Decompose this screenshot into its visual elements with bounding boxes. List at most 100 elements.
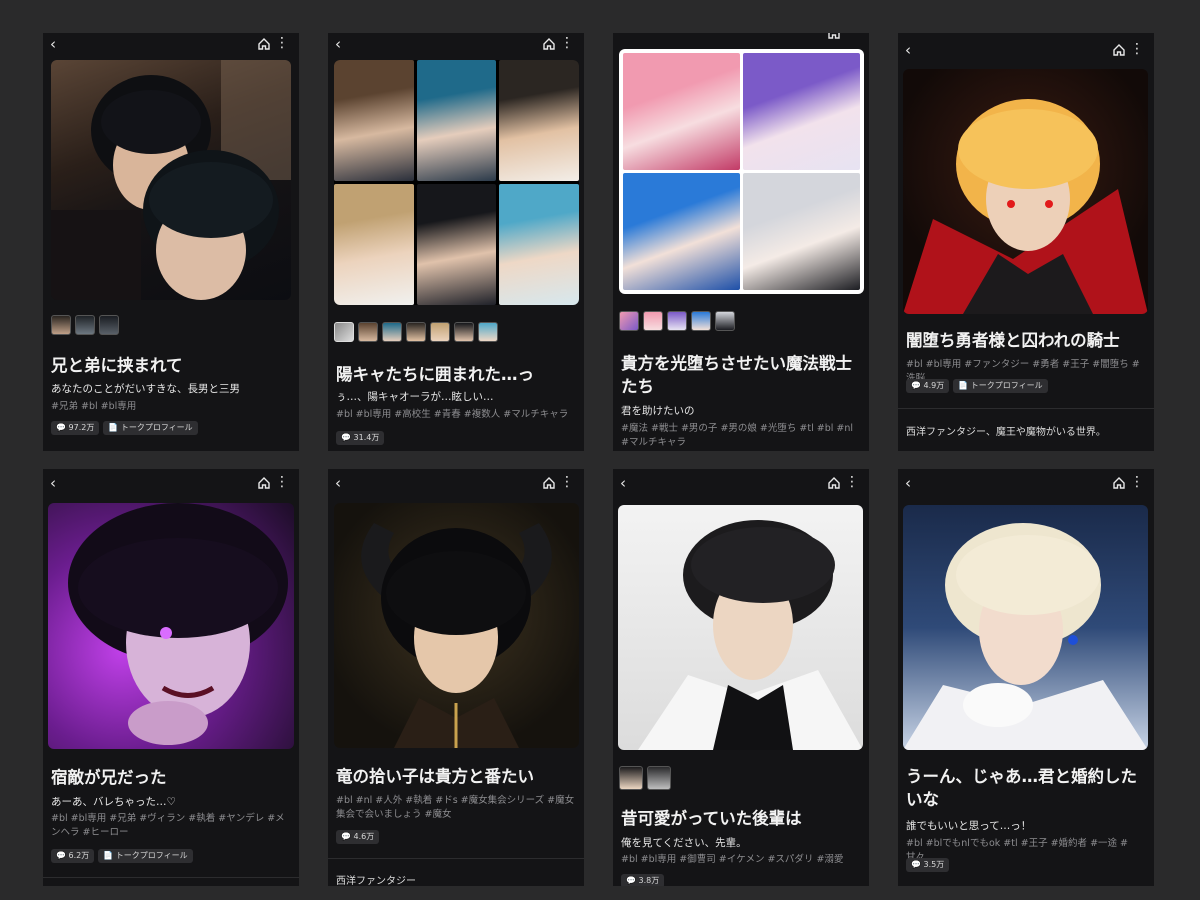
thumbnail[interactable]: [454, 322, 474, 342]
more-icon[interactable]: ⋮: [275, 35, 289, 51]
chat-icon: 💬: [626, 876, 639, 885]
card-header: ‹ ⋮: [43, 33, 299, 57]
more-icon[interactable]: ⋮: [1130, 474, 1144, 490]
chat-count-badge: 💬 97.2万: [51, 421, 100, 435]
more-icon[interactable]: ⋮: [845, 474, 859, 490]
card-badges: 💬 3.8万: [621, 874, 665, 886]
home-icon[interactable]: [257, 37, 271, 51]
card-tags: #bl #bl専用 #御曹司 #イケメン #スパダリ #溺愛: [621, 854, 844, 865]
character-panel: [623, 53, 740, 170]
thumbnail[interactable]: [334, 322, 354, 342]
thumbnail[interactable]: [51, 315, 71, 335]
chat-icon: 💬: [341, 832, 354, 841]
character-illustration: [638, 520, 863, 750]
character-image: [334, 503, 579, 748]
back-icon[interactable]: ‹: [620, 475, 626, 491]
back-icon[interactable]: ‹: [905, 475, 911, 491]
chat-card[interactable]: ‹ ⋮ 陽キャたちに囲まれた…っ ぅ…、陽キャオーラが…眩しい… #bl #bl…: [328, 33, 584, 451]
chat-card[interactable]: ‹ ⋮ 竜の拾い子は貴方と番たい #bl #nl #人外 #執着 #ドs #魔女…: [328, 469, 584, 886]
back-icon[interactable]: ‹: [50, 36, 56, 52]
chat-count-badge: 💬 4.9万: [906, 379, 950, 393]
character-image: [903, 69, 1148, 314]
thumbnail[interactable]: [619, 766, 643, 790]
character-panel: [334, 184, 414, 305]
card-badges: 💬 97.2万 📄 トークプロフィール: [51, 421, 198, 435]
character-thumbnails: [619, 311, 735, 331]
card-subtitle: 誰でもいいと思って…っ！: [906, 820, 1032, 832]
back-icon[interactable]: ‹: [335, 36, 341, 52]
thumbnail[interactable]: [691, 311, 711, 331]
chat-count: 97.2万: [68, 423, 95, 432]
thumbnail[interactable]: [99, 315, 119, 335]
character-illustration: [903, 99, 1148, 314]
character-image: [334, 60, 579, 305]
home-icon[interactable]: [827, 33, 841, 40]
thumbnail[interactable]: [647, 766, 671, 790]
character-thumbnails: [619, 766, 671, 790]
character-image: [619, 49, 864, 294]
thumbnail[interactable]: [715, 311, 735, 331]
more-icon[interactable]: ⋮: [560, 35, 574, 51]
chat-card[interactable]: 貴方を光堕ちさせたい魔法戦士たち 君を助けたいの #魔法 #戦士 #男の子 #男…: [613, 33, 869, 451]
thumbnail[interactable]: [406, 322, 426, 342]
chat-card[interactable]: ‹ ⋮ 兄と弟に挟まれて あなたのことがだいすきな、長男と三男 #兄弟 #bl …: [43, 33, 299, 451]
talk-profile-label: トークプロフィール: [120, 423, 193, 432]
chat-card[interactable]: ‹ ⋮ 宿敵が兄だった あーあ、バレちゃった…♡ #bl #bl専用 #兄弟 #…: [43, 469, 299, 886]
card-header: ‹ ⋮: [898, 33, 1154, 58]
back-icon[interactable]: ‹: [335, 475, 341, 491]
character-panel: [416, 60, 497, 181]
thumbnail[interactable]: [619, 311, 639, 331]
thumbnail[interactable]: [478, 322, 498, 342]
more-icon[interactable]: ⋮: [1130, 41, 1144, 57]
chat-icon: 💬: [341, 433, 354, 442]
divider: [43, 877, 299, 878]
card-badges: 💬 6.2万 📄 トークプロフィール: [51, 849, 193, 863]
card-badges: 💬 3.5万: [906, 858, 950, 872]
card-title: 陽キャたちに囲まれた…っ: [336, 365, 534, 384]
chat-card[interactable]: ‹ ⋮ うーん、じゃあ…君と婚約したいな 誰でもいいと思って…っ！ #bl #b…: [898, 469, 1154, 886]
chat-card[interactable]: ‹ ⋮ 昔可愛がっていた後輩は 俺を見てください、先輩。 #bl #bl専用 #…: [613, 469, 869, 886]
home-icon[interactable]: [827, 476, 841, 490]
thumbnail[interactable]: [430, 322, 450, 342]
chat-card[interactable]: ‹ ⋮ 闇堕ち勇者様と囚われの騎士 #bl #bl専用 #ファンタジー #勇者 …: [898, 33, 1154, 451]
home-icon[interactable]: [542, 37, 556, 51]
card-tags: #魔法 #戦士 #男の子 #男の娘 #光堕ち #tl #bl #nl #マルチキ…: [621, 423, 854, 448]
card-subtitle: 君を助けたいの: [621, 405, 695, 417]
talk-profile-badge[interactable]: 📄 トークプロフィール: [103, 421, 198, 435]
profile-icon: 📄: [103, 851, 116, 860]
thumbnail[interactable]: [643, 311, 663, 331]
chat-count-badge: 💬 3.5万: [906, 858, 950, 872]
thumbnail[interactable]: [358, 322, 378, 342]
home-icon[interactable]: [542, 476, 556, 490]
home-icon[interactable]: [1112, 43, 1126, 57]
card-tags: #bl #bl専用 #兄弟 #ヴィラン #執着 #ヤンデレ #メンヘラ #ヒーロ…: [51, 813, 285, 838]
profile-icon: 📄: [958, 381, 971, 390]
character-thumbnails: [334, 322, 498, 342]
character-image: [903, 505, 1148, 750]
more-icon[interactable]: ⋮: [275, 474, 289, 490]
card-tags: #兄弟 #bl #bl専用: [51, 401, 137, 412]
back-icon[interactable]: ‹: [905, 42, 911, 58]
card-title: うーん、じゃあ…君と婚約したいな: [906, 767, 1137, 809]
home-icon[interactable]: [257, 476, 271, 490]
character-panel: [416, 184, 497, 305]
talk-profile-badge[interactable]: 📄 トークプロフィール: [98, 849, 193, 863]
card-header: ‹ ⋮: [328, 33, 584, 57]
back-icon[interactable]: ‹: [50, 475, 56, 491]
character-panel: [334, 60, 414, 181]
talk-profile-label: トークプロフィール: [115, 851, 188, 860]
card-subtitle: あーあ、バレちゃった…♡: [51, 796, 176, 808]
character-thumbnails: [51, 315, 119, 335]
card-header: ‹ ⋮: [898, 469, 1154, 493]
more-icon[interactable]: ⋮: [560, 474, 574, 490]
card-tags: #bl #nl #人外 #執着 #ドs #魔女集会シリーズ #魔女集会で会いまし…: [336, 795, 575, 820]
home-icon[interactable]: [1112, 476, 1126, 490]
card-subtitle: ぅ…、陽キャオーラが…眩しい…: [336, 391, 494, 403]
card-header: ‹ ⋮: [613, 469, 869, 493]
thumbnail[interactable]: [382, 322, 402, 342]
profile-icon: 📄: [108, 423, 121, 432]
thumbnail[interactable]: [667, 311, 687, 331]
talk-profile-badge[interactable]: 📄 トークプロフィール: [953, 379, 1048, 393]
chat-count-badge: 💬 31.4万: [336, 431, 385, 445]
thumbnail[interactable]: [75, 315, 95, 335]
